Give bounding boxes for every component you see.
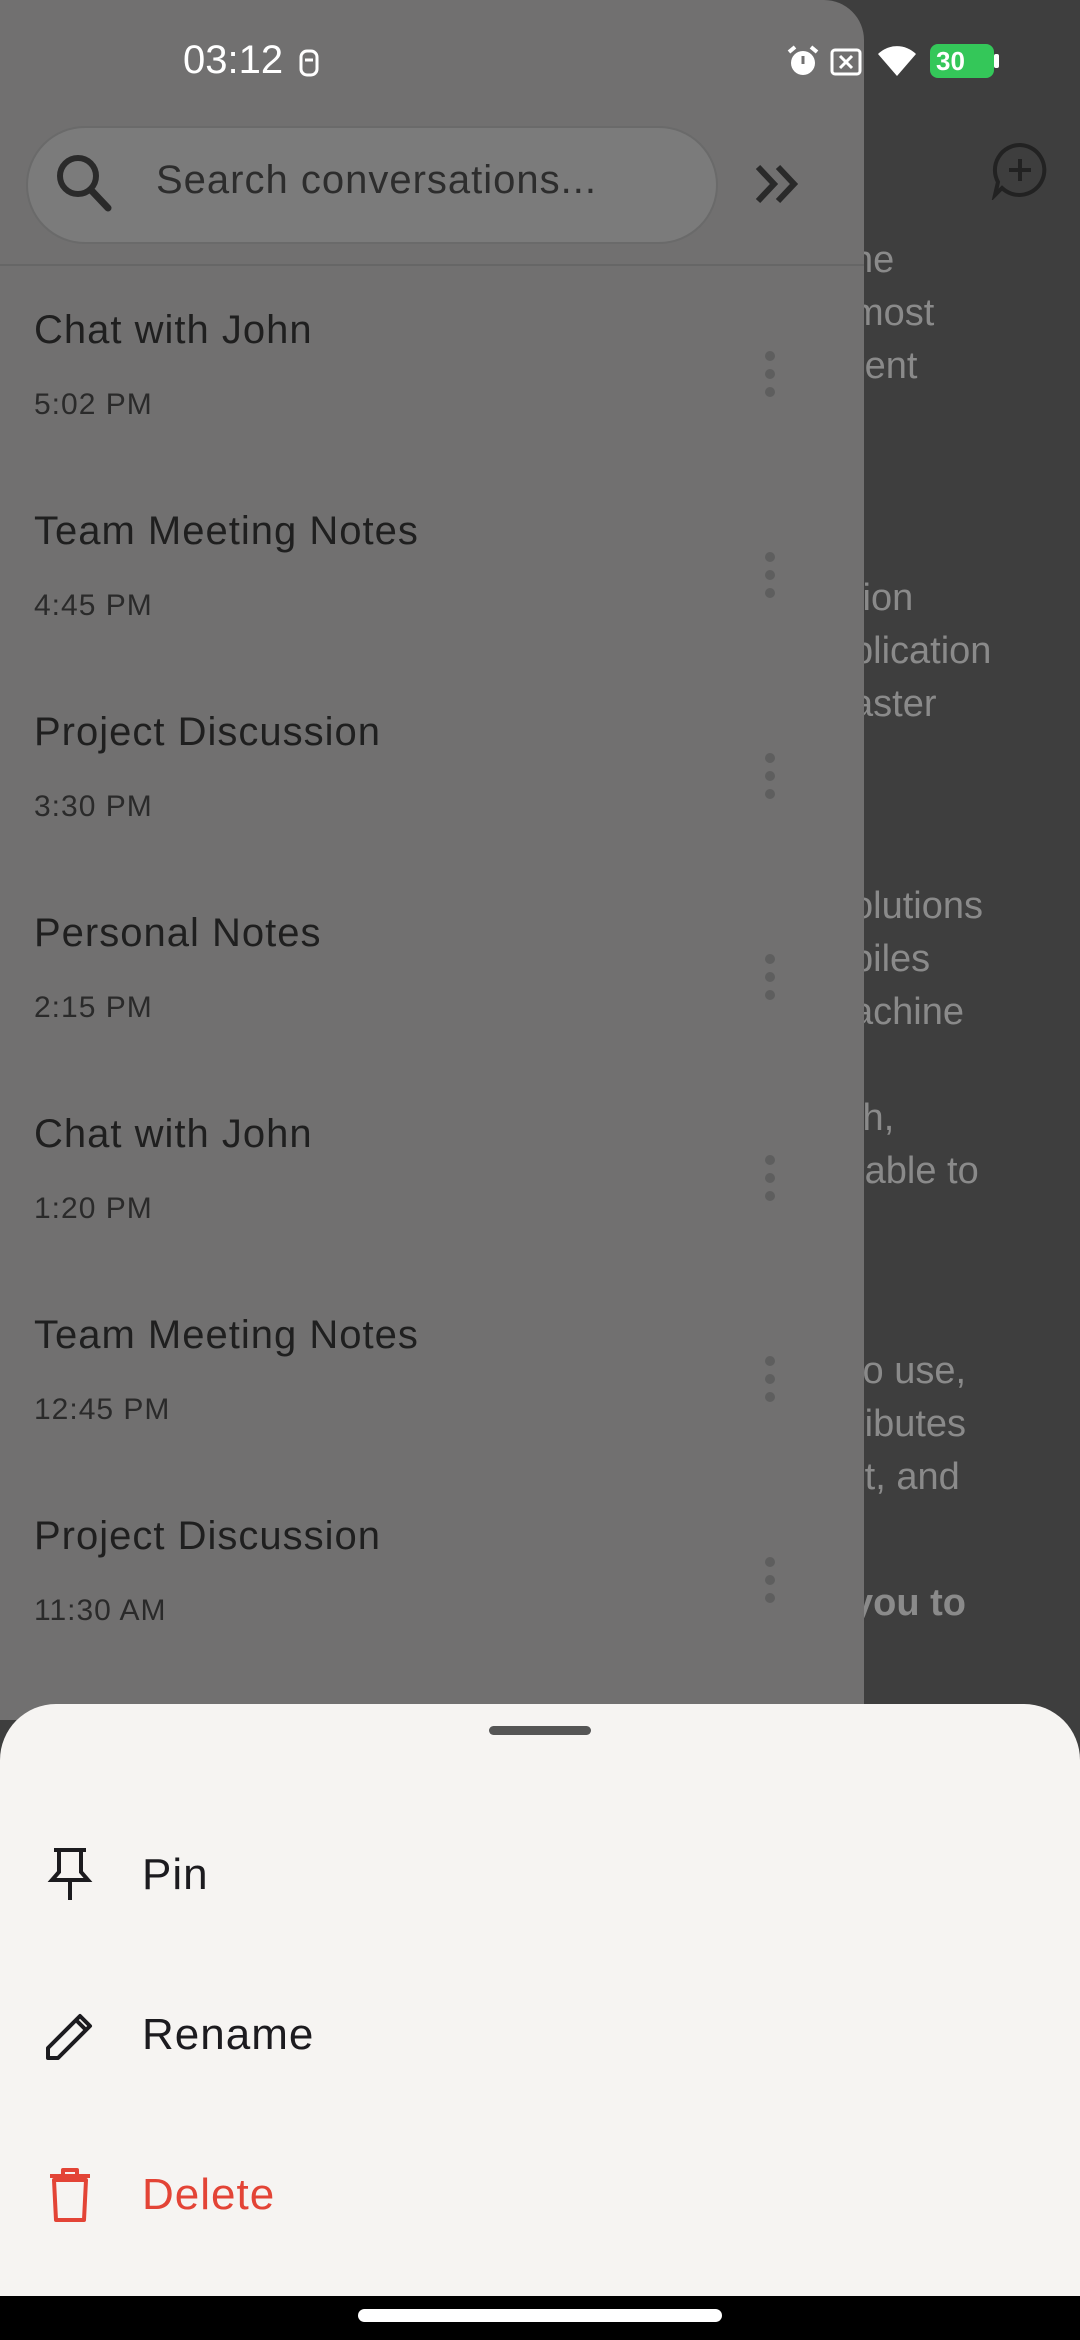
system-nav-bar [0, 2296, 1080, 2340]
double-chevron-right-icon[interactable] [750, 155, 808, 213]
more-vert-icon[interactable] [750, 750, 790, 802]
more-vert-icon[interactable] [750, 1353, 790, 1405]
delete-label: Delete [142, 2170, 276, 2219]
no-sim-icon [830, 48, 862, 76]
home-indicator[interactable] [358, 2309, 722, 2322]
background-message-text: aster [852, 683, 937, 725]
pin-icon [47, 1848, 93, 1900]
status-bar: 03:12 30 [0, 0, 1080, 120]
background-message-text: achine [852, 991, 964, 1033]
list-item[interactable]: Chat with John 5:02 PM [0, 266, 864, 467]
list-item[interactable]: Team Meeting Notes 4:45 PM [0, 467, 864, 668]
conversation-time: 1:20 PM [34, 1192, 153, 1225]
alarm-icon [787, 45, 819, 75]
conversation-title: Team Meeting Notes [34, 1313, 419, 1357]
conversation-title: Team Meeting Notes [34, 509, 419, 553]
conversation-title: Project Discussion [34, 710, 382, 754]
conversation-title: Chat with John [34, 308, 313, 352]
list-item[interactable]: Project Discussion 3:30 PM [0, 668, 864, 869]
background-message-text: you to [852, 1582, 966, 1624]
search-input[interactable]: Search conversations... [156, 158, 597, 203]
background-message-text: to use, [852, 1350, 967, 1392]
rename-label: Rename [142, 2010, 315, 2059]
list-item[interactable]: Personal Notes 2:15 PM [0, 869, 864, 1070]
list-item[interactable]: Chat with John 1:20 PM [0, 1070, 864, 1271]
more-vert-icon[interactable] [750, 1152, 790, 1204]
conversation-options-sheet: Pin Rename Delete [0, 1704, 1080, 2296]
background-message-text: most [852, 292, 935, 334]
more-vert-icon[interactable] [750, 951, 790, 1003]
conversation-time: 3:30 PM [34, 790, 153, 823]
conversation-title: Chat with John [34, 1112, 313, 1156]
new-chat-icon[interactable] [990, 140, 1050, 200]
background-message-text: rt, and [852, 1456, 960, 1498]
background-message-text: olutions [852, 885, 983, 927]
rename-button[interactable]: Rename [0, 1954, 1080, 2114]
conversation-drawer: Search conversations... Chat with John 5… [0, 0, 864, 1720]
pin-button[interactable]: Pin [0, 1794, 1080, 1954]
background-message-text: plication [852, 630, 992, 672]
wifi-icon [878, 46, 916, 76]
conversation-title: Personal Notes [34, 911, 322, 955]
conversation-list: Chat with John 5:02 PM Team Meeting Note… [0, 266, 864, 1673]
pencil-icon [46, 2014, 92, 2060]
battery-tip [994, 54, 999, 68]
list-item[interactable]: Project Discussion 11:30 AM [0, 1472, 864, 1673]
trash-icon [50, 2168, 90, 2222]
background-message-text: rable to [852, 1150, 979, 1192]
list-item[interactable]: Team Meeting Notes 12:45 PM [0, 1271, 864, 1472]
notification-icon [299, 49, 319, 77]
delete-button[interactable]: Delete [0, 2114, 1080, 2274]
battery-icon: 30 [930, 44, 994, 78]
more-vert-icon[interactable] [750, 348, 790, 400]
conversation-time: 2:15 PM [34, 991, 153, 1024]
drag-handle[interactable] [489, 1726, 591, 1735]
conversation-time: 4:45 PM [34, 589, 153, 622]
battery-level: 30 [936, 46, 965, 76]
background-message-text: ributes [852, 1403, 967, 1445]
status-time: 03:12 [183, 38, 284, 82]
search-icon [57, 155, 112, 212]
pin-label: Pin [142, 1850, 209, 1899]
conversation-title: Project Discussion [34, 1514, 382, 1558]
conversation-time: 5:02 PM [34, 388, 153, 421]
conversation-time: 11:30 AM [34, 1594, 167, 1627]
conversation-time: 12:45 PM [34, 1393, 171, 1426]
more-vert-icon[interactable] [750, 1554, 790, 1606]
more-vert-icon[interactable] [750, 549, 790, 601]
